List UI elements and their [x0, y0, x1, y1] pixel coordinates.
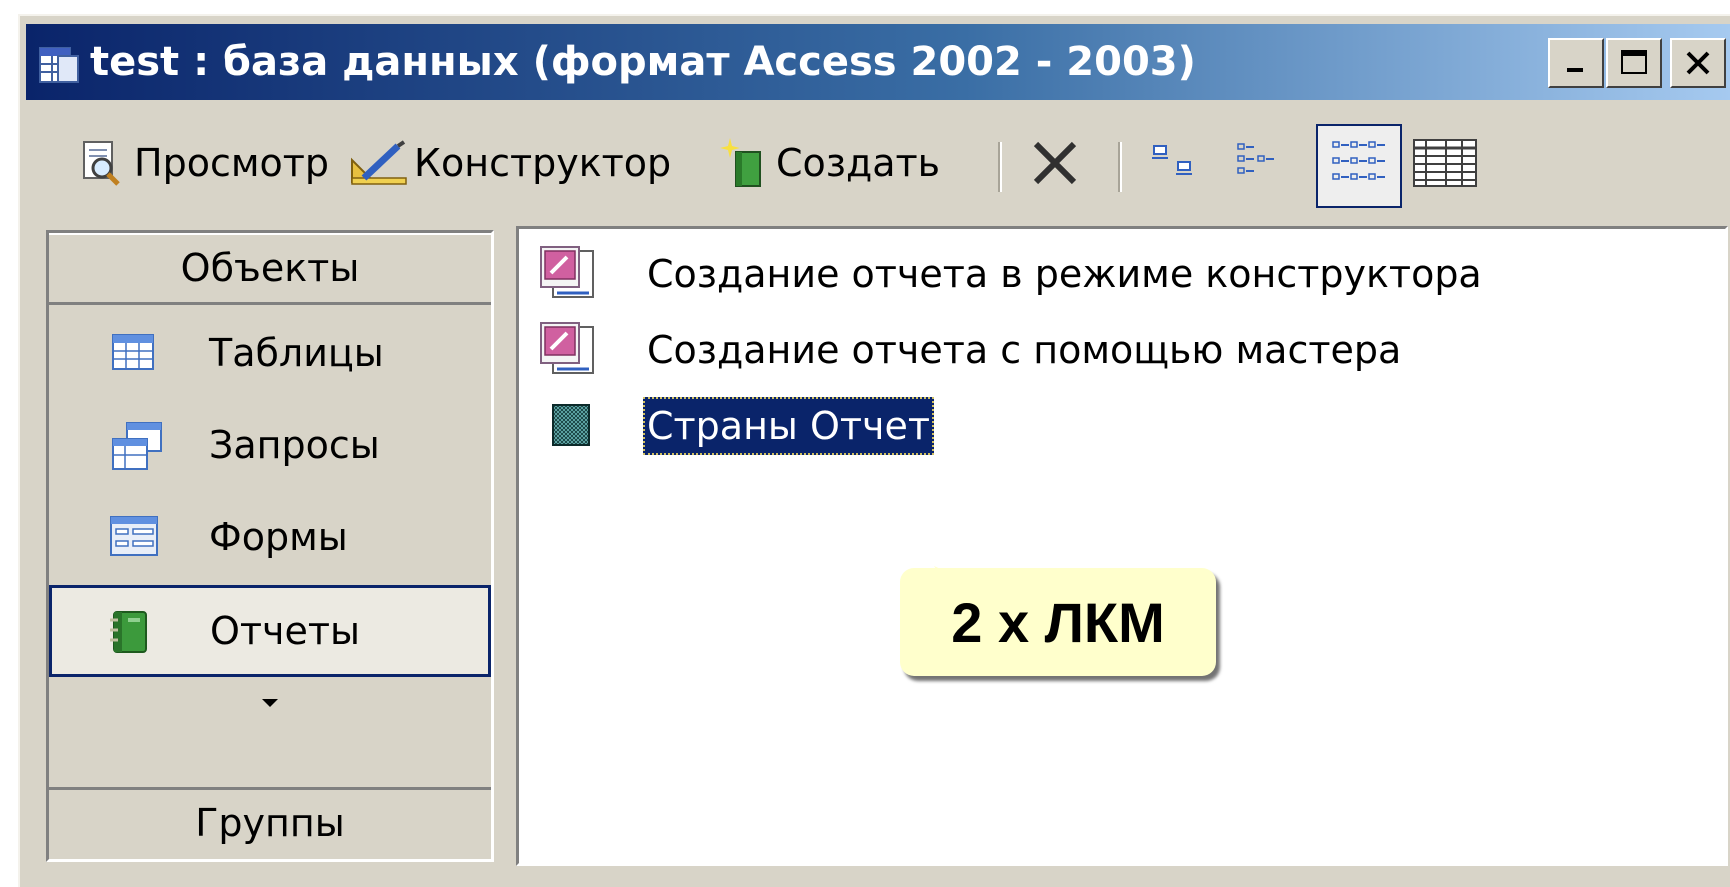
minimize-icon [1567, 68, 1583, 72]
large-icons-view-icon [1152, 145, 1192, 175]
preview-label: Просмотр [134, 141, 330, 185]
preview-icon [83, 141, 120, 186]
objects-list: Создание отчета в режиме конструктора Со… [516, 226, 1728, 866]
database-icon [38, 42, 82, 86]
toolbar: Просмотр Конструктор Создать [60, 124, 1720, 208]
list-item[interactable]: Создание отчета с помощью мастера [519, 315, 1725, 385]
report-icon [106, 608, 154, 665]
close-icon [1686, 51, 1710, 75]
double-click-callout: 2 х ЛКМ [900, 568, 1216, 676]
objects-bar: Объекты Таблицы Запросы Формы Отчеты Гру… [46, 230, 494, 862]
wizard-shortcut-icon [539, 321, 599, 390]
create-button[interactable]: Создать [720, 130, 940, 196]
large-icons-view-button[interactable] [1148, 130, 1198, 196]
list-item-label: Создание отчета с помощью мастера [647, 328, 1402, 372]
toolbar-separator [1118, 142, 1122, 192]
small-icons-view-icon [1237, 143, 1274, 174]
list-item[interactable]: Создание отчета в режиме конструктора [519, 239, 1725, 309]
list-item[interactable]: Страны Отчет [519, 391, 1725, 461]
list-item-label: Страны Отчет [643, 397, 935, 455]
list-view-icon [1332, 141, 1385, 180]
minimize-button[interactable] [1548, 38, 1604, 88]
delete-button[interactable] [1030, 130, 1080, 196]
list-view-button[interactable] [1316, 124, 1402, 208]
create-icon [720, 138, 761, 187]
objects-item-label: Формы [209, 515, 348, 559]
chevron-down-icon [262, 699, 278, 707]
objects-item-tables[interactable]: Таблицы [49, 307, 491, 399]
objects-item-queries[interactable]: Запросы [49, 399, 491, 491]
objects-item-forms[interactable]: Формы [49, 491, 491, 583]
objects-header[interactable]: Объекты [49, 233, 491, 305]
report-icon [549, 403, 593, 456]
small-icons-view-button[interactable] [1234, 130, 1284, 196]
close-button[interactable] [1670, 38, 1726, 88]
objects-item-label: Отчеты [210, 609, 361, 653]
preview-button[interactable]: Просмотр [78, 130, 329, 196]
design-shortcut-icon [539, 245, 599, 314]
more-objects-button[interactable] [49, 679, 491, 727]
design-button[interactable]: Конструктор [348, 130, 671, 196]
list-item-label: Создание отчета в режиме конструктора [647, 252, 1482, 296]
toolbar-separator [998, 142, 1002, 192]
groups-header[interactable]: Группы [49, 787, 491, 859]
x-icon [1033, 141, 1077, 185]
window-title: test : база данных (формат Access 2002 -… [90, 39, 1196, 85]
query-icon [109, 421, 165, 486]
create-label: Создать [776, 141, 941, 185]
design-label: Конструктор [414, 141, 672, 185]
table-icon [109, 329, 157, 386]
database-window: test : база данных (формат Access 2002 -… [18, 14, 1730, 887]
objects-item-label: Таблицы [209, 331, 384, 375]
details-view-icon [1413, 139, 1477, 187]
maximize-button[interactable] [1606, 38, 1662, 88]
form-icon [109, 513, 161, 570]
details-view-button[interactable] [1412, 130, 1478, 196]
objects-item-label: Запросы [209, 423, 380, 467]
design-icon [351, 140, 407, 185]
objects-item-reports[interactable]: Отчеты [49, 585, 491, 677]
title-bar[interactable]: test : база данных (формат Access 2002 -… [26, 24, 1730, 100]
maximize-icon [1621, 50, 1647, 74]
